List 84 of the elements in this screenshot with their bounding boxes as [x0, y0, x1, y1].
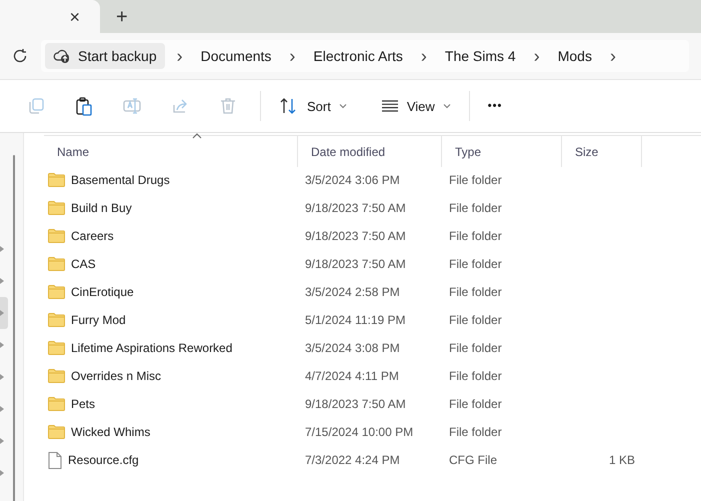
sort-ascending-icon [192, 133, 202, 139]
date-cell-text: 7/3/2022 4:24 PM [304, 453, 401, 467]
type-cell-text: File folder [448, 369, 503, 383]
chevron-icon [0, 310, 4, 316]
date-cell-text: 7/15/2024 10:00 PM [304, 425, 414, 439]
chevron-icon [0, 374, 4, 380]
chevron-icon [0, 246, 4, 252]
date-cell-text: 9/18/2023 7:50 AM [304, 229, 407, 243]
chevron-icon [0, 438, 4, 444]
breadcrumb-separator: › [288, 46, 296, 66]
date-cell-text: 4/7/2024 4:11 PM [304, 369, 400, 383]
type-cell-text: File folder [448, 229, 503, 243]
sort-button[interactable]: Sort [269, 90, 357, 122]
folder-icon [48, 397, 65, 411]
file-name[interactable]: CinErotique [71, 285, 134, 299]
new-tab-button[interactable]: + [110, 0, 134, 33]
folder-icon [48, 341, 65, 355]
caret-icon [338, 102, 347, 110]
folder-icon [48, 257, 65, 271]
type-cell-text: File folder [448, 173, 503, 187]
folder-icon [48, 229, 65, 243]
date-cell-text: 9/18/2023 7:50 AM [304, 257, 407, 271]
type-cell-text: File folder [448, 285, 503, 299]
cloud-icon [53, 48, 71, 64]
caret-icon [442, 102, 451, 110]
breadcrumb-item[interactable]: Documents [194, 48, 278, 64]
clipboard-icon [74, 96, 94, 116]
nav-item[interactable] [0, 297, 8, 329]
chevron-icon [0, 470, 4, 476]
type-cell-text: File folder [448, 397, 503, 411]
list-view-icon [380, 99, 399, 113]
file-name[interactable]: Resource.cfg [68, 453, 139, 467]
breadcrumb-item[interactable]: The Sims 4 [438, 48, 522, 64]
date-cell-text: 3/5/2024 3:06 PM [304, 173, 401, 187]
breadcrumb-separator: › [176, 46, 184, 66]
backup-button[interactable]: Start backup [45, 43, 165, 69]
type-cell-text: File folder [448, 313, 503, 327]
folder-icon [48, 369, 65, 383]
breadcrumb-item[interactable]: Electronic Arts [307, 48, 409, 64]
file-name[interactable]: CAS [71, 257, 96, 271]
chevron-icon [0, 406, 4, 412]
type-cell-text: File folder [448, 201, 503, 215]
view-button[interactable]: View [370, 90, 461, 122]
file-icon [48, 452, 62, 468]
date-cell-text: 9/18/2023 7:50 AM [304, 397, 407, 411]
file-name[interactable]: Overrides n Misc [71, 369, 162, 383]
address-bar[interactable]: Start backup › Documents › Electronic Arts › The Sims 4 › Mods › [41, 40, 689, 72]
refresh-icon[interactable] [12, 48, 28, 64]
chevron-icon [0, 342, 4, 348]
type-cell-text: File folder [448, 425, 503, 439]
type-cell-text: File folder [448, 257, 503, 271]
file-name[interactable]: Lifetime Aspirations Reworked [71, 341, 232, 355]
folder-icon [48, 173, 65, 187]
folder-icon [48, 201, 65, 215]
column-header[interactable]: Date modified [298, 136, 442, 167]
breadcrumb-item[interactable]: Mods [552, 48, 598, 64]
file-name[interactable]: Build n Buy [71, 201, 132, 215]
type-cell-text: CFG File [448, 453, 498, 467]
date-cell-text: 5/1/2024 11:19 PM [304, 313, 407, 327]
breadcrumb-separator: › [420, 46, 428, 66]
file-name[interactable]: Pets [71, 397, 96, 411]
date-cell-text: 9/18/2023 7:50 AM [304, 201, 407, 215]
folder-icon [48, 285, 65, 299]
breadcrumb-separator: › [608, 46, 617, 66]
file-name[interactable]: Furry Mod [71, 313, 126, 327]
rename-icon [122, 96, 142, 116]
file-name[interactable]: Careers [71, 229, 114, 243]
close-tab-button[interactable]: × [63, 8, 86, 26]
folder-icon [48, 425, 65, 439]
size-cell-text: 1 KB [608, 453, 636, 467]
type-cell-text: File folder [448, 341, 503, 355]
date-cell-text: 3/5/2024 2:58 PM [304, 285, 401, 299]
file-name[interactable]: Wicked Whims [71, 425, 150, 439]
column-header[interactable]: Type [442, 136, 562, 167]
scrollbar[interactable] [13, 155, 15, 501]
chevron-icon [0, 278, 4, 284]
more-button[interactable]: ••• [478, 90, 512, 122]
date-cell-text: 3/5/2024 3:08 PM [304, 341, 401, 355]
column-header[interactable]: Name [44, 136, 298, 167]
file-name[interactable]: Basemental Drugs [71, 173, 170, 187]
trash-icon [218, 96, 238, 116]
folder-icon [48, 313, 65, 327]
column-header[interactable]: Size [562, 136, 642, 167]
breadcrumb-separator: › [532, 46, 541, 66]
